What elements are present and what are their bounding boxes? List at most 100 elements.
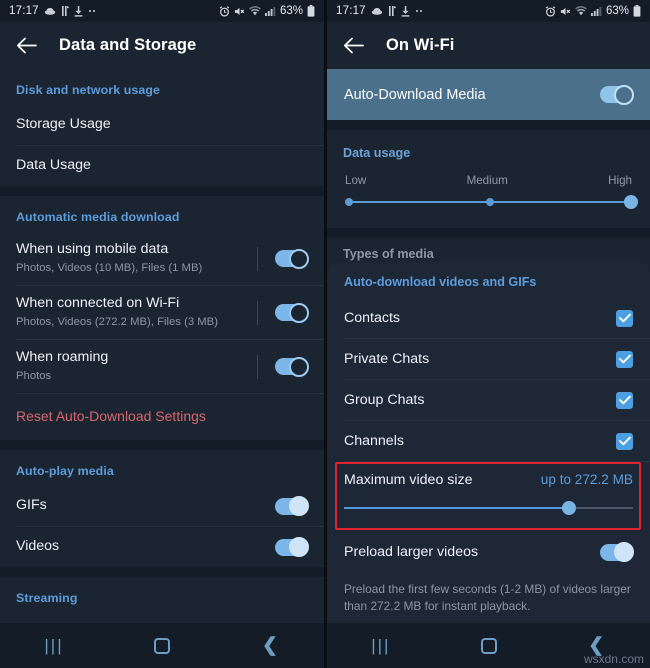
nav-home-button[interactable] <box>108 637 216 654</box>
nav-recents-button[interactable]: ||| <box>0 636 108 656</box>
checkbox-channels[interactable] <box>616 432 633 450</box>
section-automatic-media-download: Automatic media download When using mobi… <box>0 196 324 440</box>
home-icon <box>480 637 497 654</box>
watermark: wsxdn.com <box>583 652 644 666</box>
section-disk-network-usage: Disk and network usage Storage Usage Dat… <box>0 69 324 186</box>
list-item-roaming[interactable]: When roaming Photos <box>0 340 324 393</box>
toggle-gifs[interactable] <box>275 496 309 516</box>
list-item-mobile-data[interactable]: When using mobile data Photos, Videos (1… <box>0 232 324 285</box>
toggle-separator <box>257 354 258 379</box>
download-icon <box>401 5 410 17</box>
back-arrow-icon[interactable] <box>342 35 364 57</box>
toggle-knob <box>614 542 634 562</box>
status-bar-right: 63% <box>545 5 641 17</box>
nav-home-button[interactable] <box>435 637 543 654</box>
max-video-size-control[interactable]: Maximum video size up to 272.2 MB <box>327 462 650 530</box>
slider-stop-low[interactable] <box>345 198 353 206</box>
list-item-label: GIFs <box>16 497 47 514</box>
preload-larger-videos-row[interactable]: Preload larger videos <box>327 530 650 574</box>
toggle-knob <box>289 537 309 557</box>
slider-track-fill <box>344 507 570 509</box>
data-usage-ticks: Low Medium High <box>327 174 650 196</box>
left-app-bar: Data and Storage <box>0 22 324 69</box>
section-data-usage: Data usage Low Medium High <box>327 130 650 228</box>
more-dots-icon <box>415 9 426 13</box>
toggle-mobile-data[interactable] <box>275 248 309 269</box>
toggle-preload-larger-videos[interactable] <box>600 542 634 562</box>
checkbox-group-chats[interactable] <box>616 391 633 409</box>
status-bar: 17:17 63% <box>0 0 324 22</box>
toggle-wifi[interactable] <box>275 302 309 323</box>
status-bar: 17:17 63% <box>327 0 650 22</box>
toggle-videos[interactable] <box>275 537 309 557</box>
status-time: 17:17 <box>336 5 366 17</box>
toggle-knob <box>289 302 309 323</box>
battery-icon <box>633 5 641 17</box>
auto-download-media-label: Auto-Download Media <box>344 86 486 103</box>
list-item-label: Data Usage <box>16 157 91 174</box>
toggle-separator <box>257 246 258 271</box>
list-item-label: When using mobile data <box>16 241 169 257</box>
section-header: Disk and network usage <box>16 83 161 97</box>
max-video-size-slider[interactable] <box>344 500 633 516</box>
wifi-icon <box>575 6 587 16</box>
slider-thumb[interactable] <box>562 501 577 515</box>
section-auto-play-media: Auto-play media GIFs Videos <box>0 450 324 567</box>
data-usage-slider[interactable] <box>327 195 650 210</box>
cloud-icon <box>44 6 56 16</box>
checkbox-label: Private Chats <box>344 351 430 367</box>
list-item-subtitle: Photos, Videos (272.2 MB), Files (3 MB) <box>16 315 218 328</box>
toggle-auto-download-media[interactable] <box>600 84 634 105</box>
status-bar-left: 17:17 <box>9 5 219 17</box>
checkbox-private-chats[interactable] <box>616 350 633 368</box>
checkbox-label: Contacts <box>344 310 400 326</box>
data-usage-header: Data usage <box>343 146 411 160</box>
section-header: Automatic media download <box>16 210 180 224</box>
checkbox-row-channels[interactable]: Channels <box>327 421 650 461</box>
auto-download-sheet: Auto-download videos and GIFs Contacts P… <box>327 262 650 667</box>
list-item-label: Videos <box>16 538 60 555</box>
recents-icon: ||| <box>371 635 391 655</box>
download-icon <box>74 5 83 17</box>
list-item-data-usage[interactable]: Data Usage <box>0 146 324 186</box>
nav-back-icon: ❮ <box>262 635 278 656</box>
nav-back-button[interactable]: ❮ <box>216 634 324 657</box>
list-item-storage-usage[interactable]: Storage Usage <box>0 105 324 145</box>
dual-screenshot: 17:17 63% Data and Storage Disk and netw… <box>0 0 650 668</box>
list-item-gifs[interactable]: GIFs <box>0 486 324 526</box>
cloud-icon <box>371 6 383 16</box>
list-item-subtitle: Photos <box>16 369 52 382</box>
list-item-videos[interactable]: Videos <box>0 527 324 567</box>
preload-hint-text: Preload the first few seconds (1-2 MB) o… <box>344 582 631 613</box>
toggle-roaming[interactable] <box>275 356 309 377</box>
toggle-separator <box>257 300 258 325</box>
alarm-icon <box>545 5 556 17</box>
checkbox-row-contacts[interactable]: Contacts <box>327 298 650 338</box>
list-item-wifi[interactable]: When connected on Wi-Fi Photos, Videos (… <box>0 286 324 339</box>
page-title: On Wi-Fi <box>386 36 455 54</box>
left-content: Disk and network usage Storage Usage Dat… <box>0 69 324 653</box>
reset-auto-download-button[interactable]: Reset Auto-Download Settings <box>0 394 324 440</box>
checkbox-label: Group Chats <box>344 392 425 408</box>
section-gap <box>0 440 324 450</box>
status-bar-left: 17:17 <box>336 5 545 17</box>
mute-icon <box>234 6 245 17</box>
checkbox-contacts[interactable] <box>616 309 633 327</box>
right-content: Auto-Download Media Data usage Low Mediu… <box>327 69 650 667</box>
wifi-icon <box>249 6 261 16</box>
nav-recents-button[interactable]: ||| <box>327 636 435 656</box>
checkbox-row-private-chats[interactable]: Private Chats <box>327 339 650 379</box>
slider-stop-medium[interactable] <box>486 198 494 206</box>
auto-download-media-row[interactable]: Auto-Download Media <box>327 69 650 120</box>
music-note-icon <box>61 5 69 17</box>
section-gap <box>0 567 324 577</box>
checkbox-row-group-chats[interactable]: Group Chats <box>327 380 650 420</box>
list-item-subtitle: Photos, Videos (10 MB), Files (1 MB) <box>16 261 203 274</box>
max-video-size-label: Maximum video size <box>344 472 473 488</box>
toggle-knob <box>289 496 309 516</box>
slider-thumb-high[interactable] <box>624 195 638 209</box>
section-header: Streaming <box>16 591 78 605</box>
section-gap <box>0 186 324 196</box>
back-arrow-icon[interactable] <box>15 35 37 57</box>
left-system-navbar: ||| ❮ <box>0 622 324 668</box>
